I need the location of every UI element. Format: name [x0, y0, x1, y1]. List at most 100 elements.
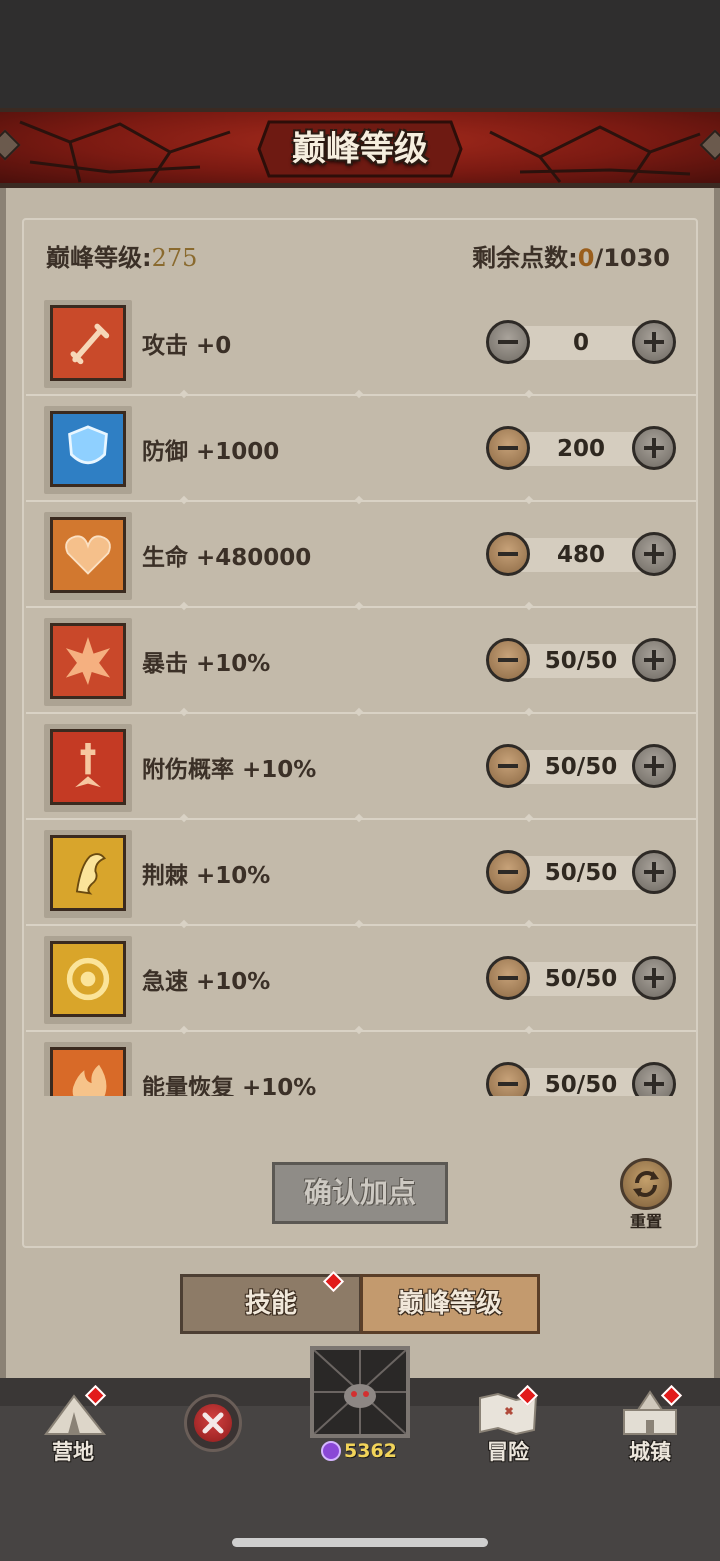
minus-icon — [489, 853, 527, 891]
minus-icon — [489, 747, 527, 785]
stat-icon-frame — [44, 512, 132, 600]
decrease-button[interactable] — [486, 850, 530, 894]
plus-icon — [635, 429, 673, 467]
stat-stepper: 50/50 — [486, 1062, 676, 1096]
peak-level-value: 275 — [151, 244, 198, 272]
top-safe-area — [0, 0, 720, 108]
plus-icon — [635, 853, 673, 891]
stat-row: 急速 +10% 50/50 — [26, 926, 696, 1035]
sword-icon — [50, 305, 126, 381]
decrease-button[interactable] — [486, 426, 530, 470]
remaining-points-current: 0 — [577, 244, 595, 272]
stat-list[interactable]: 攻击 +0 0 防御 +1000 200 生命 +480000 480 暴击 +10% 50/… — [26, 290, 696, 1096]
increase-button[interactable] — [632, 320, 676, 364]
stat-label: 攻击 +0 — [142, 333, 232, 359]
remaining-points-label: 剩余点数: — [472, 244, 578, 272]
stat-row: 防御 +1000 200 — [26, 396, 696, 505]
increase-button[interactable] — [632, 956, 676, 1000]
dagger-impact-icon — [50, 729, 126, 805]
stat-row: 荆棘 +10% 50/50 — [26, 820, 696, 929]
peak-level-label: 巅峰等级: — [46, 244, 152, 272]
close-button[interactable] — [184, 1394, 242, 1452]
stat-label: 生命 +480000 — [142, 545, 312, 571]
home-indicator[interactable] — [232, 1538, 488, 1547]
increase-button[interactable] — [632, 532, 676, 576]
plus-icon — [635, 959, 673, 997]
minus-icon — [489, 323, 527, 361]
stat-label: 附伤概率 +10% — [142, 757, 317, 783]
increase-button[interactable] — [632, 638, 676, 682]
soul-coin-icon — [321, 1441, 341, 1461]
stat-stepper: 50/50 — [486, 638, 676, 684]
peak-level-display: 巅峰等级:275 — [46, 238, 197, 273]
stat-icon-frame — [44, 300, 132, 388]
increase-button[interactable] — [632, 744, 676, 788]
decrease-button[interactable] — [486, 744, 530, 788]
tab-peak-level-label: 巅峰等级 — [397, 1289, 502, 1319]
decrease-button[interactable] — [486, 1062, 530, 1096]
tab-peak-level[interactable]: 巅峰等级 — [360, 1274, 540, 1334]
stat-label: 急速 +10% — [142, 969, 271, 995]
remaining-points-total: /1030 — [594, 244, 670, 272]
flame-icon — [50, 1047, 126, 1096]
minus-icon — [489, 429, 527, 467]
increase-button[interactable] — [632, 1062, 676, 1096]
minus-icon — [489, 641, 527, 679]
stat-stepper: 50/50 — [486, 744, 676, 790]
boss-portrait[interactable] — [310, 1346, 410, 1438]
stat-row: 附伤概率 +10% 50/50 — [26, 714, 696, 823]
stat-row: 能量恢复 +10% 50/50 — [26, 1032, 696, 1096]
stat-icon-frame — [44, 618, 132, 706]
shield-icon — [50, 411, 126, 487]
decrease-button[interactable] — [486, 956, 530, 1000]
stat-row: 暴击 +10% 50/50 — [26, 608, 696, 717]
decrease-button[interactable] — [486, 638, 530, 682]
stat-row: 攻击 +0 0 — [26, 290, 696, 399]
nav-adventure-label: 冒险 — [487, 1440, 529, 1464]
swirl-icon — [50, 941, 126, 1017]
burst-icon — [50, 623, 126, 699]
stat-icon-frame — [44, 724, 132, 812]
stat-icon-frame — [44, 406, 132, 494]
minus-icon — [489, 535, 527, 573]
confirm-points-button[interactable]: 确认加点 — [272, 1162, 448, 1224]
heart-icon — [50, 517, 126, 593]
stat-label: 能量恢复 +10% — [142, 1075, 317, 1096]
plus-icon — [635, 641, 673, 679]
nav-camp-label: 营地 — [52, 1440, 94, 1464]
increase-button[interactable] — [632, 426, 676, 470]
stat-icon-frame — [44, 830, 132, 918]
stat-row: 生命 +480000 480 — [26, 502, 696, 611]
plus-icon — [635, 535, 673, 573]
title-plate: 巅峰等级 — [255, 116, 465, 182]
stat-icon-frame — [44, 1042, 132, 1096]
stat-stepper: 480 — [486, 532, 676, 578]
decrease-button[interactable] — [486, 532, 530, 576]
minus-icon — [489, 1065, 527, 1096]
stat-label: 防御 +1000 — [142, 439, 280, 465]
stat-stepper: 50/50 — [486, 850, 676, 896]
spider-boss-icon — [313, 1349, 407, 1435]
plus-icon — [635, 1065, 673, 1096]
reset-button[interactable] — [620, 1158, 672, 1210]
stat-icon-frame — [44, 936, 132, 1024]
stat-label: 荆棘 +10% — [142, 863, 271, 889]
stat-stepper: 0 — [486, 320, 676, 366]
minus-icon — [489, 959, 527, 997]
decrease-button[interactable] — [486, 320, 530, 364]
increase-button[interactable] — [632, 850, 676, 894]
confirm-points-label: 确认加点 — [303, 1176, 416, 1209]
coin-count: 5362 — [344, 1440, 397, 1462]
stat-stepper: 50/50 — [486, 956, 676, 1002]
stat-label: 暴击 +10% — [142, 651, 271, 677]
reset-label: 重置 — [629, 1212, 662, 1231]
close-icon — [194, 1404, 232, 1442]
thorn-icon — [50, 835, 126, 911]
plus-icon — [635, 747, 673, 785]
reset-icon — [633, 1171, 659, 1197]
page-title: 巅峰等级 — [292, 129, 428, 169]
nav-town-label: 城镇 — [629, 1440, 671, 1464]
stat-stepper: 200 — [486, 426, 676, 472]
plus-icon — [635, 323, 673, 361]
remaining-points-display: 剩余点数:0/1030 — [472, 238, 670, 273]
